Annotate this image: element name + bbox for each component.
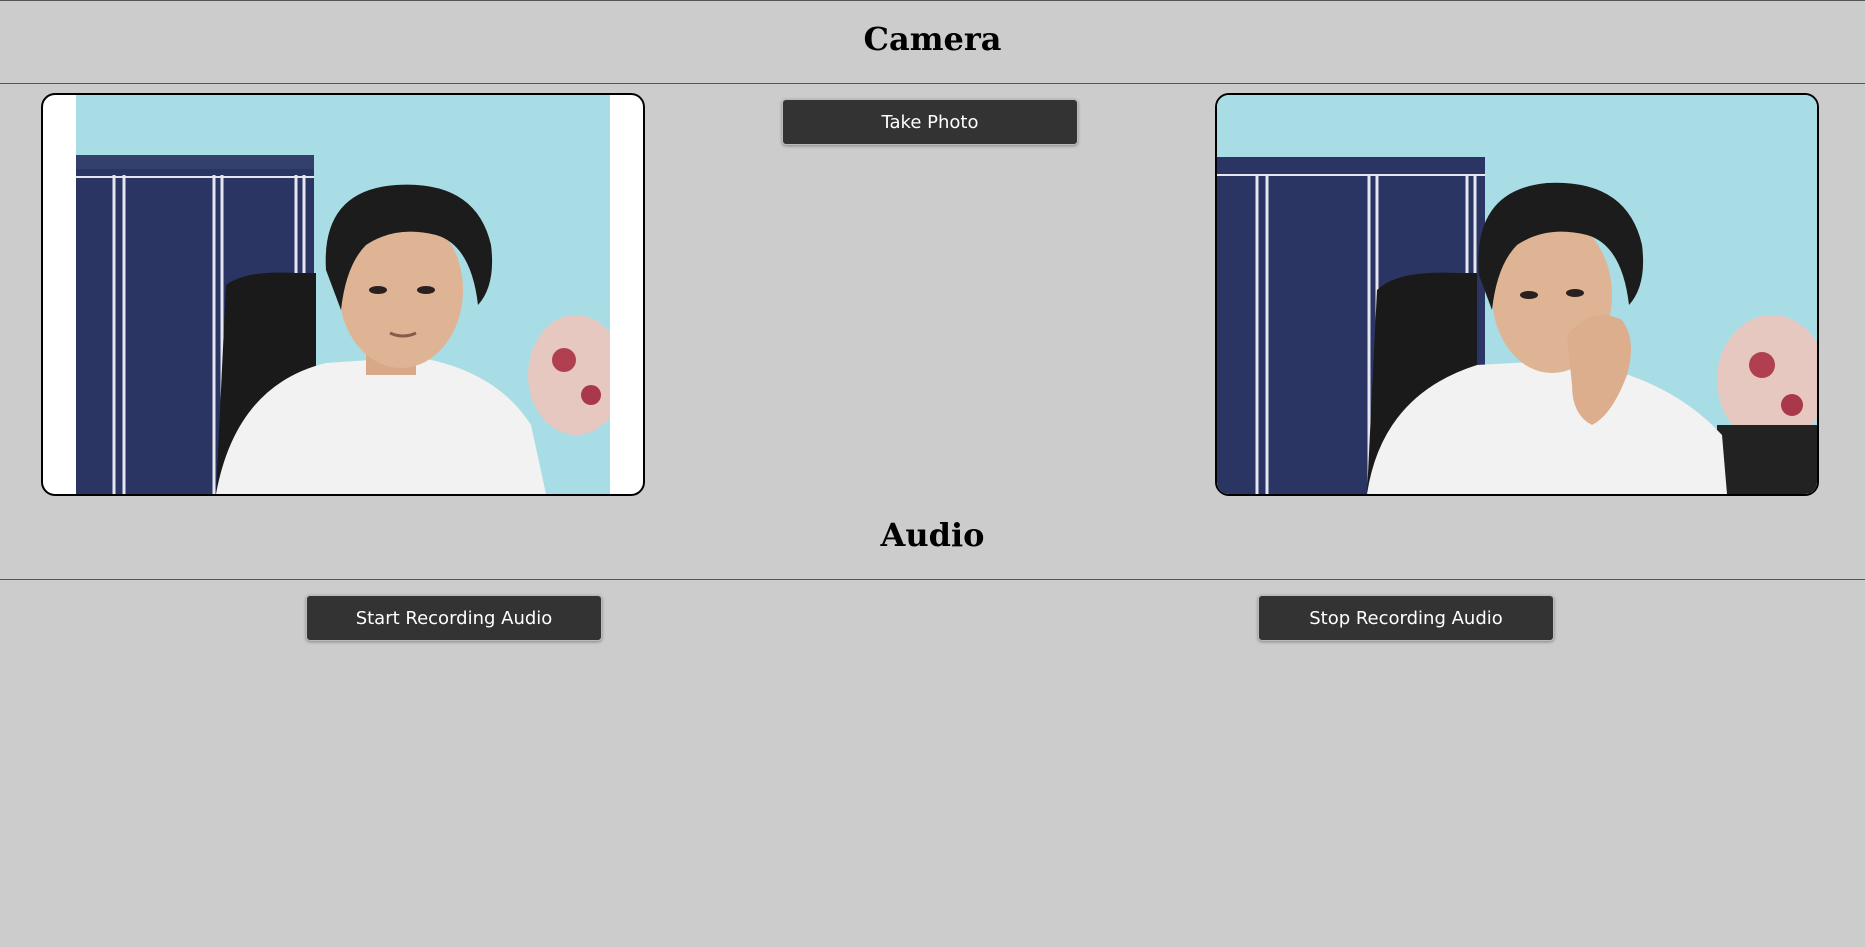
live-video-feed xyxy=(76,95,610,494)
camera-heading: Camera xyxy=(863,20,1002,58)
top-divider xyxy=(0,0,1865,1)
captured-photo xyxy=(1215,93,1819,496)
camera-divider xyxy=(0,83,1865,84)
take-photo-button[interactable]: Take Photo xyxy=(782,99,1078,145)
captured-photo-image xyxy=(1217,95,1817,494)
audio-heading: Audio xyxy=(880,516,985,554)
audio-divider xyxy=(0,579,1865,580)
start-recording-audio-button[interactable]: Start Recording Audio xyxy=(306,595,602,641)
stop-recording-audio-button[interactable]: Stop Recording Audio xyxy=(1258,595,1554,641)
live-video-preview xyxy=(41,93,645,496)
